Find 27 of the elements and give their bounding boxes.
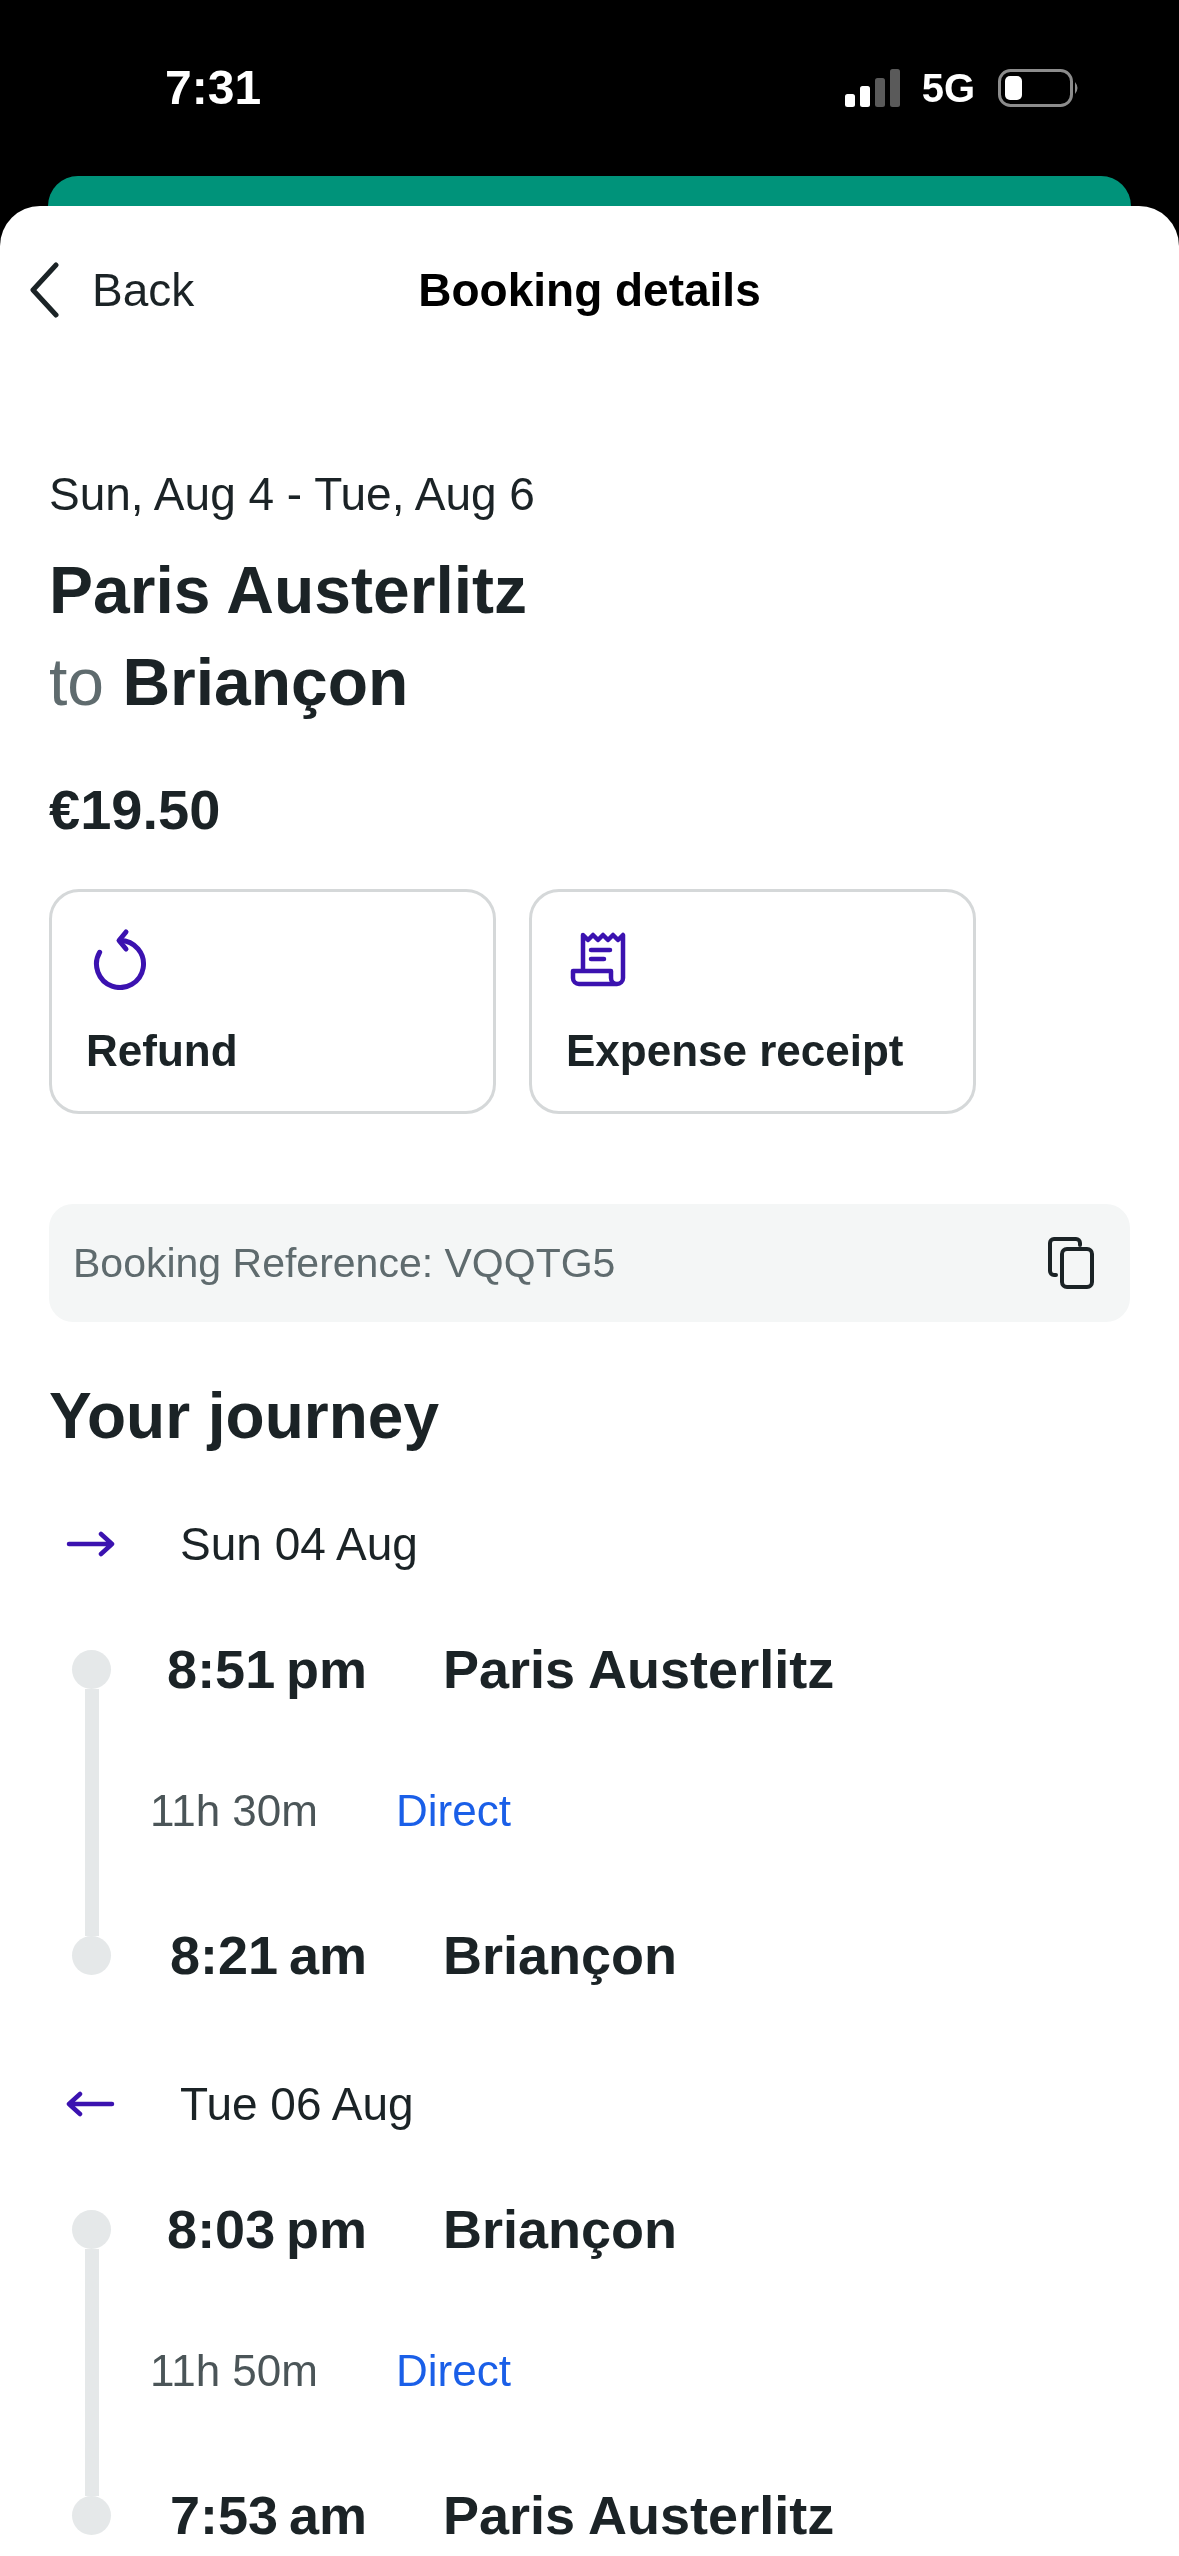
arrow-left-icon — [66, 2091, 115, 2117]
route-title: Paris Austerlitz to Briançon — [49, 552, 528, 721]
circular-arrow-icon — [92, 928, 148, 990]
copy-icon — [1048, 1237, 1094, 1289]
direct-link[interactable]: Direct — [396, 1789, 511, 1833]
status-time: 7:31 — [165, 64, 262, 112]
network-label: 5G — [921, 68, 975, 108]
station-name: Paris Austerlitz — [443, 1642, 835, 1696]
receipt-icon — [570, 931, 628, 987]
battery-icon — [998, 69, 1080, 107]
departure-time: 7:53 am — [170, 2488, 367, 2542]
booking-reference: Booking Reference: VQQTG5 — [73, 1242, 616, 1284]
expense-receipt-button[interactable]: Expense receipt — [529, 889, 976, 1114]
trip-price: €19.50 — [49, 778, 221, 842]
section-heading: Your journey — [49, 1379, 439, 1454]
copy-button[interactable] — [1048, 1237, 1094, 1289]
arrow-right-icon — [66, 1531, 115, 1557]
refund-button[interactable]: Refund — [49, 889, 496, 1114]
station-name: Paris Austerlitz — [443, 2488, 835, 2542]
journey-duration: 11h 50m — [150, 2349, 318, 2393]
signal-icon — [844, 69, 900, 107]
direct-link[interactable]: Direct — [396, 2349, 511, 2393]
back-button[interactable]: Back — [28, 262, 195, 318]
journey-duration: 11h 30m — [150, 1789, 318, 1833]
trip-dates: Sun, Aug 4 - Tue, Aug 6 — [49, 467, 535, 522]
departure-time: 8:21 am — [170, 1928, 367, 1982]
chevron-left-icon — [28, 262, 60, 318]
